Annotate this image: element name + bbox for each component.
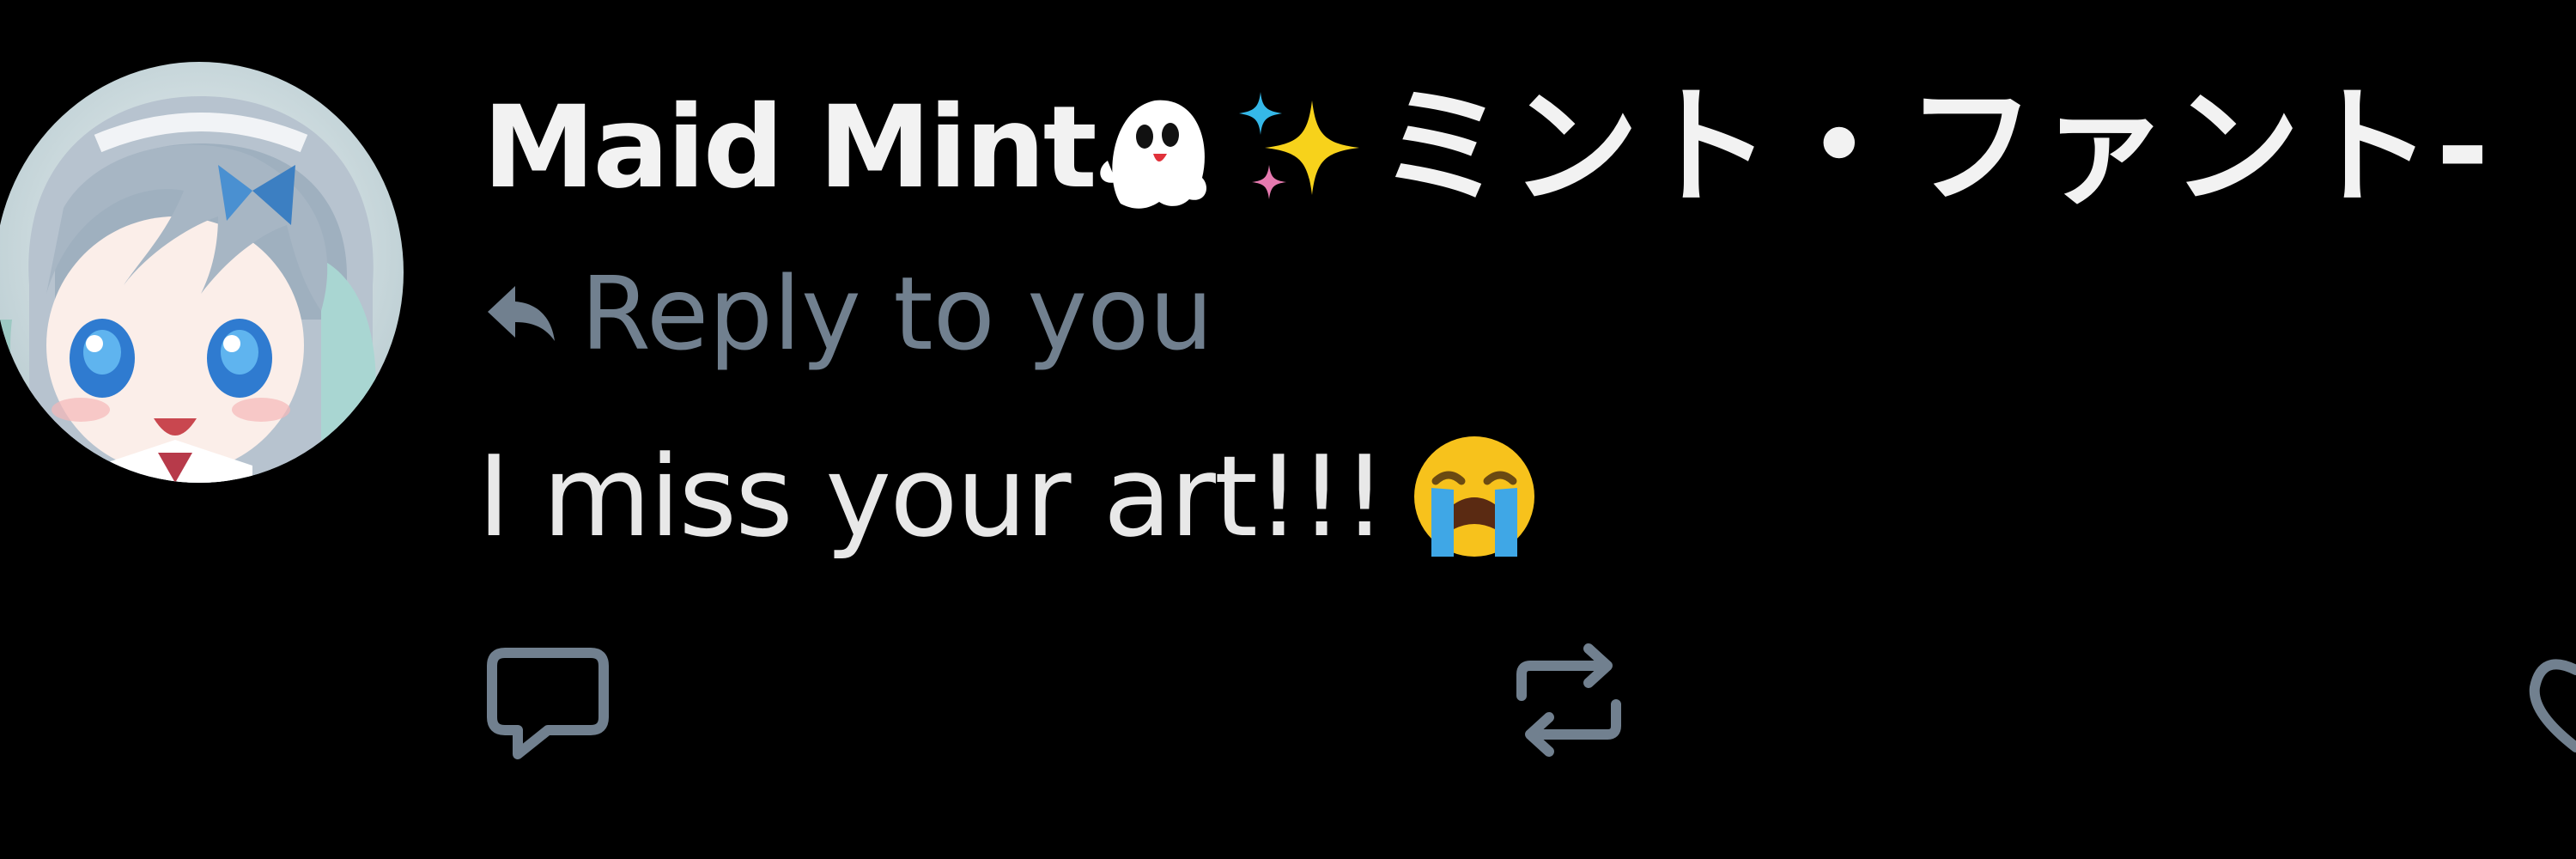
sparkles-emoji-icon bbox=[1238, 92, 1359, 199]
ghost-emoji-icon bbox=[1100, 100, 1206, 209]
anime-maid-avatar-icon bbox=[0, 62, 404, 483]
retweet-icon bbox=[1516, 643, 1621, 757]
author-avatar[interactable] bbox=[0, 62, 404, 483]
reply-button[interactable] bbox=[479, 636, 617, 765]
reply-context: Reply to you bbox=[481, 258, 1213, 369]
tweet-body: I miss your art!!! bbox=[477, 428, 1543, 565]
author-name-row[interactable]: Maid Mint ミント・ファント- bbox=[483, 70, 2493, 225]
comment-icon bbox=[487, 648, 609, 759]
like-button[interactable] bbox=[2524, 636, 2576, 765]
heart-icon bbox=[2529, 659, 2576, 752]
author-display-name[interactable]: Maid Mint bbox=[483, 91, 1097, 204]
tweet-text: I miss your art!!! bbox=[477, 431, 1387, 562]
reply-context-text: Reply to you bbox=[580, 254, 1214, 373]
author-name-suffix[interactable]: ミント・ファント- bbox=[1378, 83, 2493, 212]
reply-arrow-icon bbox=[488, 286, 555, 341]
reply-tweet[interactable]: Maid Mint ミント・ファント- Reply to you I miss … bbox=[0, 0, 2576, 859]
loudly-crying-face-emoji-icon bbox=[1414, 436, 1535, 557]
retweet-button[interactable] bbox=[1504, 636, 1633, 765]
